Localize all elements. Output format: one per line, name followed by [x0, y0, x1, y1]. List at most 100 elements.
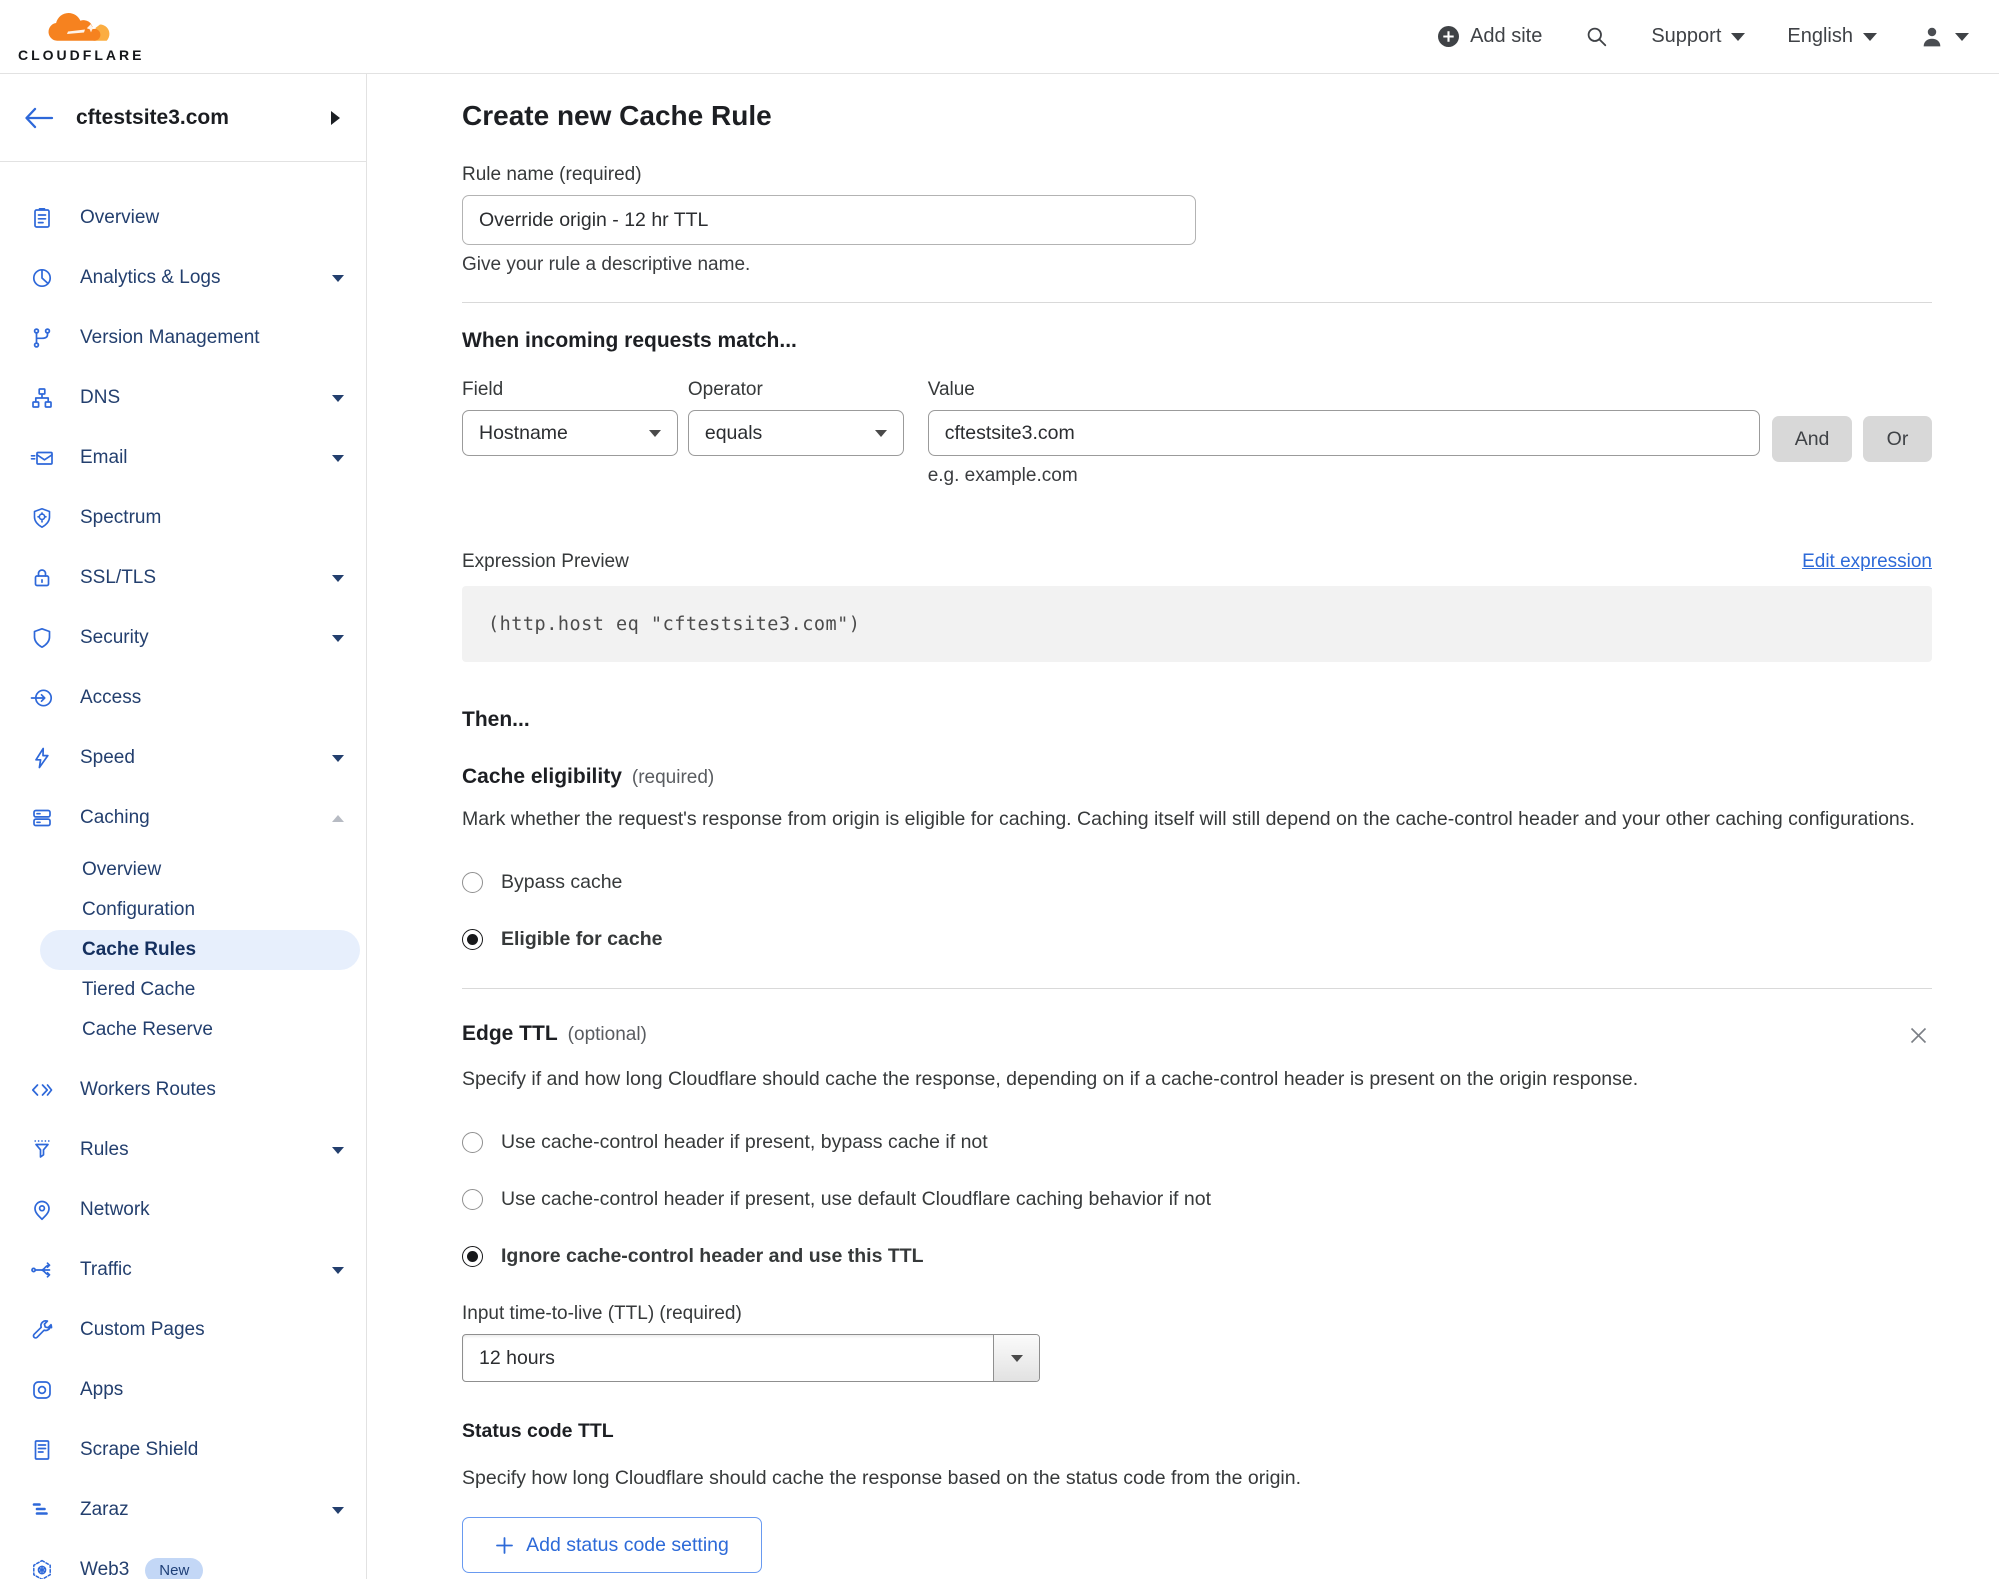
security-shield-icon: [30, 626, 54, 650]
sidebar-item-security[interactable]: Security: [0, 608, 366, 668]
chevron-down-icon: [993, 1335, 1039, 1381]
add-status-code-setting-button[interactable]: Add status code setting: [462, 1517, 762, 1573]
radio-unchecked-icon[interactable]: [462, 1189, 483, 1210]
sidebar-item-cache-rules[interactable]: Cache Rules: [40, 930, 360, 970]
workers-routes-icon: [30, 1078, 54, 1102]
expression-code: (http.host eq "cftestsite3.com"): [488, 613, 861, 635]
access-icon: [30, 686, 54, 710]
cloudflare-dashboard: CLOUDFLARE Add site Support English cfte…: [0, 0, 1999, 1579]
cloudflare-logo[interactable]: CLOUDFLARE: [18, 11, 144, 63]
edge-ttl-option-default[interactable]: Use cache-control header if present, use…: [462, 1188, 1932, 1211]
chevron-down-icon: [332, 274, 344, 282]
field-select[interactable]: Hostname: [462, 410, 678, 456]
and-button[interactable]: And: [1772, 416, 1853, 462]
sidebar-item-network[interactable]: Network: [0, 1180, 366, 1240]
sidebar-item-caching[interactable]: Caching: [0, 788, 366, 848]
traffic-icon: [30, 1258, 54, 1282]
account-menu[interactable]: [1919, 24, 1969, 50]
sidebar-item-caching-overview[interactable]: Overview: [0, 850, 366, 890]
field-label: Field: [462, 379, 504, 400]
rule-name-input[interactable]: [462, 195, 1196, 245]
match-value-input[interactable]: [927, 410, 1761, 456]
search-button[interactable]: [1584, 24, 1609, 49]
cache-eligibility-description: Mark whether the request's response from…: [462, 808, 1915, 830]
support-label: Support: [1651, 25, 1722, 47]
sidebar-item-caching-configuration[interactable]: Configuration: [0, 890, 366, 930]
radio-unchecked-icon[interactable]: [462, 872, 483, 893]
edge-ttl-option-bypass[interactable]: Use cache-control header if present, byp…: [462, 1131, 1932, 1154]
sidebar-item-analytics-logs[interactable]: Analytics & Logs: [0, 248, 366, 308]
sidebar-item-version-management[interactable]: Version Management: [0, 308, 366, 368]
support-menu[interactable]: Support: [1651, 25, 1746, 48]
sidebar-item-access[interactable]: Access: [0, 668, 366, 728]
language-menu[interactable]: English: [1787, 25, 1877, 48]
sidebar-item-custom-pages[interactable]: Custom Pages: [0, 1300, 366, 1360]
add-site-label: Add site: [1470, 25, 1543, 47]
edit-expression-link[interactable]: Edit expression: [1802, 551, 1932, 573]
bypass-cache-option[interactable]: Bypass cache: [462, 871, 1932, 894]
radio-checked-icon[interactable]: [462, 929, 483, 950]
value-label: Value: [927, 379, 975, 400]
radio-unchecked-icon[interactable]: [462, 1132, 483, 1153]
or-button[interactable]: Or: [1863, 416, 1932, 462]
match-heading: When incoming requests match...: [462, 329, 797, 352]
sidebar-item-scrape-shield[interactable]: Scrape Shield: [0, 1420, 366, 1480]
eligible-for-cache-option[interactable]: Eligible for cache: [462, 928, 1932, 951]
sidebar-item-zaraz[interactable]: Zaraz: [0, 1480, 366, 1540]
expression-code-block: (http.host eq "cftestsite3.com"): [462, 586, 1932, 662]
version-management-icon: [30, 326, 54, 350]
rules-funnel-icon: [30, 1138, 54, 1162]
site-expand-icon[interactable]: [331, 110, 340, 125]
edge-ttl-heading: Edge TTL: [462, 1022, 558, 1045]
value-hint: e.g. example.com: [927, 465, 1078, 486]
rule-name-help: Give your rule a descriptive name.: [462, 254, 751, 275]
chevron-down-icon: [332, 394, 344, 402]
sidebar-item-ssl-tls[interactable]: SSL/TLS: [0, 548, 366, 608]
chevron-down-icon: [332, 1506, 344, 1514]
section-divider: [462, 988, 1932, 989]
sidebar-item-traffic[interactable]: Traffic: [0, 1240, 366, 1300]
add-site-button[interactable]: Add site: [1437, 25, 1542, 48]
sidebar-item-workers-routes[interactable]: Workers Routes: [0, 1060, 366, 1120]
close-icon[interactable]: [1905, 1022, 1932, 1049]
scrape-shield-icon: [30, 1438, 54, 1462]
overview-icon: [30, 206, 54, 230]
sidebar-item-spectrum[interactable]: Spectrum: [0, 488, 366, 548]
sidebar-item-overview[interactable]: Overview: [0, 188, 366, 248]
chevron-down-icon: [332, 454, 344, 462]
search-icon: [1584, 24, 1609, 49]
edge-ttl-option-ignore[interactable]: Ignore cache-control header and use this…: [462, 1245, 1932, 1268]
required-tag: (required): [631, 767, 715, 788]
apps-icon: [30, 1378, 54, 1402]
edge-ttl-description: Specify if and how long Cloudflare shoul…: [462, 1068, 1639, 1090]
sidebar-item-apps[interactable]: Apps: [0, 1360, 366, 1420]
rule-name-label: Rule name (required): [462, 164, 642, 185]
cloudflare-cloud-icon: [42, 11, 120, 45]
match-builder-row: Field Hostname Operator equals Value cft…: [462, 379, 1932, 487]
sidebar-item-dns[interactable]: DNS: [0, 368, 366, 428]
edge-ttl-heading-row: Edge TTL (optional): [462, 1022, 1932, 1049]
sidebar-item-web3[interactable]: Web3 New: [0, 1540, 366, 1579]
back-arrow-icon[interactable]: [24, 105, 54, 131]
top-bar: CLOUDFLARE Add site Support English: [0, 0, 1999, 74]
chevron-down-icon: [332, 1146, 344, 1154]
chevron-down-icon: [1955, 32, 1969, 41]
ttl-select[interactable]: 12 hours: [462, 1334, 1040, 1382]
sidebar-item-cache-reserve[interactable]: Cache Reserve: [0, 1010, 366, 1050]
sidebar-item-email[interactable]: Email: [0, 428, 366, 488]
operator-label: Operator: [687, 379, 763, 400]
radio-checked-icon[interactable]: [462, 1246, 483, 1267]
sidebar-item-tiered-cache[interactable]: Tiered Cache: [0, 970, 366, 1010]
optional-tag: (optional): [567, 1024, 647, 1045]
status-code-ttl-description: Specify how long Cloudflare should cache…: [462, 1467, 1302, 1489]
then-heading: Then...: [462, 708, 530, 731]
operator-select[interactable]: equals: [687, 410, 904, 456]
caching-icon: [30, 806, 54, 830]
sidebar-item-rules[interactable]: Rules: [0, 1120, 366, 1180]
sidebar-item-speed[interactable]: Speed: [0, 728, 366, 788]
zaraz-icon: [30, 1498, 54, 1522]
expression-preview-row: Expression Preview Edit expression: [462, 551, 1932, 573]
chevron-down-icon: [1863, 32, 1877, 41]
new-badge: New: [145, 1557, 204, 1579]
top-bar-actions: Add site Support English: [1437, 24, 1969, 50]
